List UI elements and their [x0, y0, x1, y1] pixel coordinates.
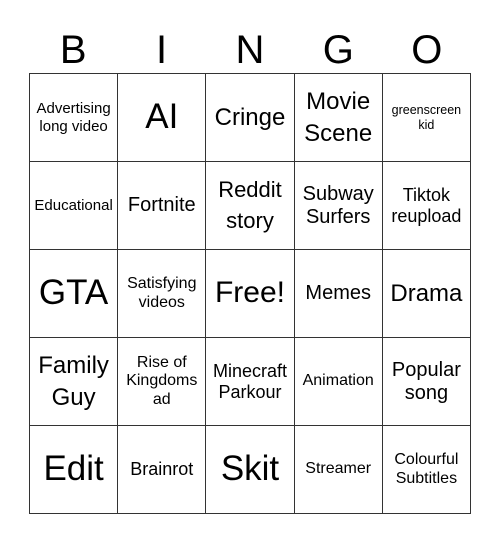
bingo-cell[interactable]: GTA: [30, 250, 119, 338]
free-space-cell[interactable]: Free!: [206, 250, 295, 338]
bingo-cell[interactable]: Memes: [294, 250, 383, 338]
bingo-cell[interactable]: Advertising long video: [30, 74, 119, 162]
bingo-cell[interactable]: Colourful Subtitles: [382, 426, 471, 514]
bingo-cell[interactable]: Educational: [30, 162, 119, 250]
header-letter-n: N: [235, 28, 265, 72]
bingo-cell[interactable]: greenscreen kid: [382, 74, 471, 162]
bingo-cell[interactable]: Skit: [206, 426, 295, 514]
bingo-cell[interactable]: Family Guy: [30, 338, 119, 426]
bingo-cell[interactable]: Subway Surfers: [294, 162, 383, 250]
bingo-cell[interactable]: Brainrot: [118, 426, 207, 514]
bingo-header: B I N G O: [29, 28, 471, 73]
bingo-cell[interactable]: Satisfying videos: [118, 250, 207, 338]
bingo-cell[interactable]: Minecraft Parkour: [206, 338, 295, 426]
header-letter-g: G: [322, 28, 354, 72]
bingo-cell[interactable]: Popular song: [382, 338, 471, 426]
bingo-grid: Advertising long video AI Cringe Movie S…: [29, 73, 471, 514]
bingo-cell[interactable]: Streamer: [294, 426, 383, 514]
header-letter-b: B: [59, 28, 87, 72]
header-letter-i: I: [156, 28, 168, 72]
bingo-cell[interactable]: Reddit story: [206, 162, 295, 250]
bingo-cell[interactable]: Edit: [30, 426, 119, 514]
bingo-cell[interactable]: Fortnite: [118, 162, 207, 250]
bingo-cell[interactable]: AI: [118, 74, 207, 162]
header-letter-o: O: [411, 28, 443, 72]
bingo-cell[interactable]: Cringe: [206, 74, 295, 162]
bingo-cell[interactable]: Movie Scene: [294, 74, 383, 162]
bingo-cell[interactable]: Animation: [294, 338, 383, 426]
bingo-cell[interactable]: Rise of Kingdoms ad: [118, 338, 207, 426]
bingo-cell[interactable]: Tiktok reupload: [382, 162, 471, 250]
bingo-cell[interactable]: Drama: [382, 250, 471, 338]
